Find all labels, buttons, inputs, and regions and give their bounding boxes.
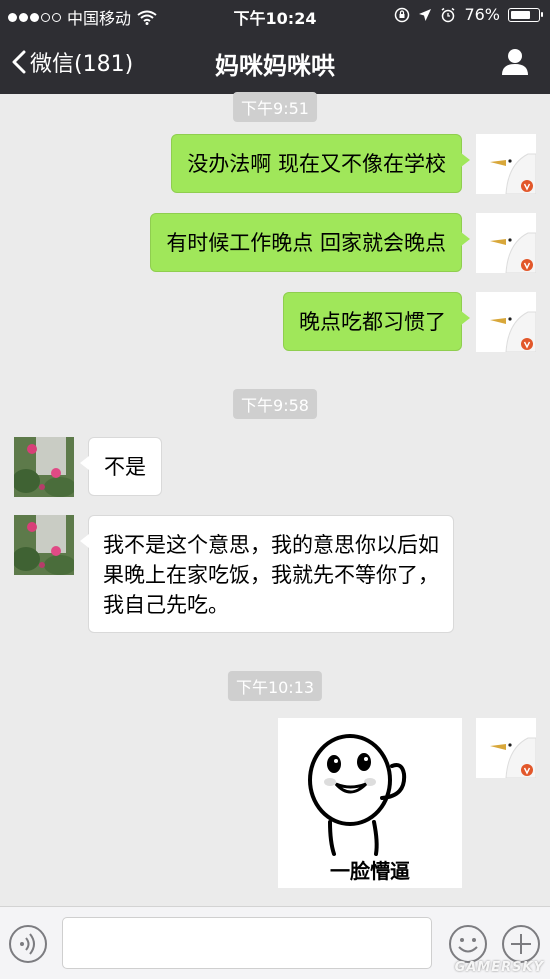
my-avatar[interactable] [476,213,536,273]
my-avatar[interactable] [476,292,536,352]
timestamp: 下午9:51 [233,92,317,122]
sticker-message[interactable]: 一脸懵逼 [278,718,462,888]
nav-bar: 微信(181) 妈咪妈咪哄 [0,30,550,94]
sticker-caption: 一脸懵逼 [330,859,410,883]
battery-fill [511,10,530,19]
goose-avatar-icon [476,292,536,352]
my-avatar[interactable] [476,134,536,194]
sent-message-bubble[interactable]: 没办法啊 现在又不像在学校 [171,134,470,193]
sent-message-bubble[interactable]: 有时候工作晚点 回家就会晚点 [150,213,470,272]
my-avatar[interactable] [476,718,536,778]
sent-message-bubble[interactable]: 晚点吃都习惯了 [283,292,470,351]
contact-avatar[interactable] [14,515,74,575]
rose-avatar-icon [14,437,74,497]
plus-icon[interactable] [501,924,541,964]
timestamp: 下午9:58 [233,389,317,419]
alarm-icon [441,7,455,22]
person-icon[interactable] [500,46,530,76]
battery-icon [508,7,543,22]
watermark: GAMERSKY [454,960,544,975]
chat-title: 妈咪妈咪哄 [215,52,335,80]
battery-percent: 76% [464,5,500,24]
location-icon [419,8,432,21]
message-input[interactable] [62,917,432,969]
timestamp: 下午10:13 [227,671,323,701]
status-bar: 中国移动 下午10:24 76% [0,0,550,30]
goose-avatar-icon [476,213,536,273]
meme-face-sticker [308,734,407,856]
status-right: 76% [394,5,543,24]
received-message-bubble[interactable]: 我不是这个意思，我的意思你以后如果晚上在家吃饭，我就先不等你了，我自己先吃。 [80,515,454,633]
goose-avatar-icon [476,718,536,778]
voice-icon[interactable] [8,924,48,964]
contact-avatar[interactable] [14,437,74,497]
received-message-bubble[interactable]: 不是 [80,437,162,496]
goose-avatar-icon [476,134,536,194]
input-bar: GAMERSKY [0,906,550,979]
emoji-icon[interactable] [448,924,488,964]
orientation-lock-icon [395,7,410,22]
rose-avatar-icon [14,515,74,575]
